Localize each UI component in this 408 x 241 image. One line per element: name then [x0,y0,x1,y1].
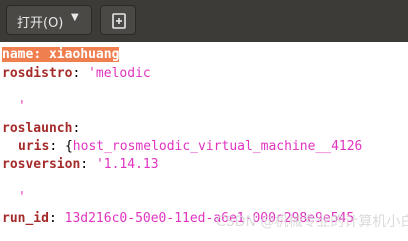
toolbar: 打开(O) ▼ [0,0,408,42]
editor-line-rosdistro: rosdistro: 'melodic [2,65,151,83]
key-name: name [2,47,34,62]
separator: : [33,47,49,62]
value-name: xiaohuang [48,47,120,62]
key-uris: uris [18,139,50,154]
value-rosversion: '1.14.13 [95,157,159,172]
editor-line-rosdistro-quote: ' [18,98,26,116]
key-rosdistro: rosdistro [2,66,73,81]
editor-line-uris: uris: {host_rosmelodic_virtual_machine__… [18,138,362,156]
chevron-down-icon: ▼ [71,12,79,23]
editor-line-rosversion: rosversion: '1.14.13 [2,156,159,174]
value-rosdistro: 'melodic [88,66,151,81]
new-document-button[interactable] [100,5,136,35]
editor-line-roslaunch: roslaunch: [2,120,80,138]
separator: : [48,211,65,226]
separator: : [80,157,96,172]
brace: { [64,139,73,154]
watermark: CSDN @机械专业的计算机小白 [216,214,408,230]
value-closing-quote: ' [18,99,26,114]
editor-line-rosversion-quote: ' [18,189,26,207]
key-rosversion: rosversion [2,157,81,172]
value-closing-quote: ' [18,190,26,205]
open-button-label: 打开(O) [17,16,64,31]
editor-line-name: name: xiaohuang [2,46,120,64]
key-run-id: run_id [2,211,49,226]
open-button[interactable]: 打开(O) ▼ [6,5,92,35]
value-uris: host_rosmelodic_virtual_machine__4126 [72,139,363,154]
separator: : [72,121,81,136]
key-roslaunch: roslaunch [2,121,73,136]
separator: : [72,66,89,81]
separator: : [49,139,65,154]
new-document-plus-icon [112,13,126,29]
